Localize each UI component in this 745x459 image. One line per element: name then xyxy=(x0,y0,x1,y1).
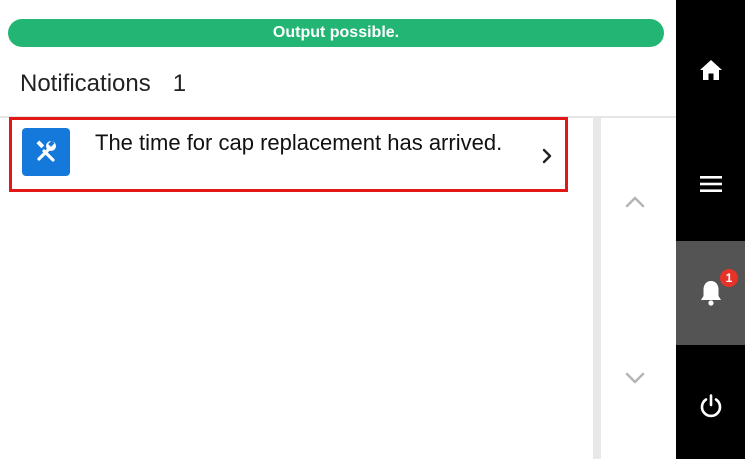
menu-icon xyxy=(699,176,722,192)
status-bar: Output possible. xyxy=(8,19,664,47)
bell-icon xyxy=(700,281,721,306)
notifications-button[interactable]: 1 xyxy=(676,241,745,345)
notification-item[interactable]: The time for cap replacement has arrived… xyxy=(9,117,568,192)
home-button[interactable] xyxy=(676,12,745,128)
notification-text: The time for cap replacement has arrived… xyxy=(95,130,503,155)
home-icon xyxy=(699,60,722,80)
notification-count: 1 xyxy=(172,70,187,97)
sidebar: 1 xyxy=(676,0,745,459)
chevron-up-icon[interactable] xyxy=(623,194,647,210)
status-message: Output possible. xyxy=(272,24,400,41)
notification-badge: 1 xyxy=(720,269,738,287)
scrollbar[interactable] xyxy=(593,118,676,459)
scroll-track[interactable] xyxy=(593,118,601,459)
page-header: Notifications 1 xyxy=(20,67,186,101)
menu-button[interactable] xyxy=(676,128,745,240)
wrench-screwdriver-icon xyxy=(22,128,70,176)
chevron-right-icon xyxy=(542,148,552,164)
page-title: Notifications xyxy=(20,70,151,97)
chevron-down-icon[interactable] xyxy=(623,370,647,386)
power-button[interactable] xyxy=(676,352,745,459)
power-icon xyxy=(700,393,721,417)
